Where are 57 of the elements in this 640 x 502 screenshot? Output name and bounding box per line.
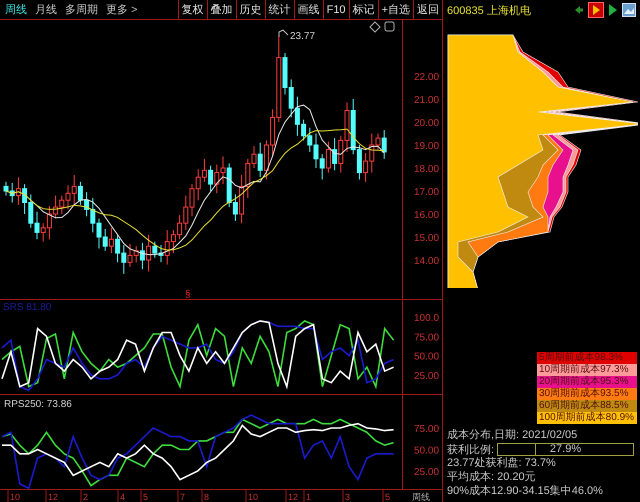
legend-entry: 60周期前成本88.5% [537, 400, 637, 412]
period-tab[interactable]: 多周期 [65, 2, 98, 17]
cost-info-text: 平均成本: 20.20元 [447, 470, 537, 484]
price-axis-label: 16.00 [414, 210, 440, 221]
cost-info-text: 23.77处获利盘: 73.7% [447, 456, 557, 470]
price-axis-label: 14.00 [414, 256, 440, 267]
cost-info-text: 90%成本12.90-34.15集中46.0% [447, 484, 604, 498]
indicator-axis-label: 75.00 [414, 424, 440, 435]
triangle-icon[interactable] [608, 3, 618, 17]
indicator-axis-label: 50.00 [414, 352, 440, 363]
date-axis-label: 1 [306, 492, 312, 502]
price-axis-label: 19.00 [414, 141, 440, 152]
period-tab[interactable]: 月线 [35, 2, 57, 17]
price-axis-label: 15.00 [414, 233, 440, 244]
date-axis-label: 2 [83, 492, 88, 502]
indicator-label: SRS 81.80 [3, 302, 52, 313]
arrow-icon[interactable] [574, 4, 584, 16]
indicator-axis-label: 75.00 [414, 332, 440, 344]
profit-ratio-value: 27.9% [550, 444, 582, 454]
date-axis-label: 7 [180, 492, 186, 502]
diamond-icon[interactable] [369, 21, 381, 33]
legend-entry: 5周期前成本98.3% [537, 352, 637, 364]
period-label: 周线 [412, 492, 430, 502]
date-axis-label: 12 [288, 492, 298, 502]
profit-ratio-label: 获利比例: [447, 442, 494, 456]
indicator-axis-label: 25.00 [414, 370, 440, 382]
indicator-axis-label: 25.00 [414, 467, 440, 478]
legend-entry: 20周期前成本95.3% [537, 376, 637, 388]
period-tab[interactable]: 更多 > [106, 2, 138, 17]
date-axis-label: 10 [248, 492, 258, 502]
price-axis-label: 21.00 [414, 95, 440, 106]
indicator-axis-label: 100.0 [414, 313, 440, 324]
date-text: 成本分布,日期: 2021/02/05 [447, 428, 578, 442]
event-mark: § [185, 289, 191, 300]
date-axis-label: 4 [120, 492, 126, 502]
toolbar-button[interactable]: +自选 [378, 0, 413, 19]
indicator-axis-label: 50.00 [414, 446, 440, 456]
period-tab[interactable]: 周线 [5, 2, 27, 17]
price-axis-label: 20.00 [414, 118, 440, 129]
date-axis-label: 10 [10, 492, 20, 502]
leader-line [278, 29, 288, 38]
date-axis-label: 3 [345, 492, 350, 502]
date-axis-label: 5 [385, 492, 390, 502]
indicator-label: RPS250: 73.86 [4, 399, 72, 410]
price-axis-label: 17.00 [414, 187, 440, 198]
legend-entry: 10周期前成本97.3% [537, 364, 637, 376]
price-axis-label: 22.00 [414, 72, 440, 83]
price-axis-label: 18.00 [414, 164, 440, 175]
play-icon[interactable] [588, 2, 604, 18]
date-axis-label: 5 [143, 492, 148, 502]
high-price-label: 23.77 [290, 31, 316, 42]
legend-entry: 30周期前成本93.5% [537, 388, 637, 400]
square-icon[interactable] [384, 22, 394, 32]
stock-title: 600835 上海机电 [447, 4, 531, 18]
date-axis-label: 8 [204, 492, 210, 502]
date-axis-label: 12 [48, 492, 58, 502]
legend-entry: 100周期前成本80.9% [537, 412, 637, 424]
